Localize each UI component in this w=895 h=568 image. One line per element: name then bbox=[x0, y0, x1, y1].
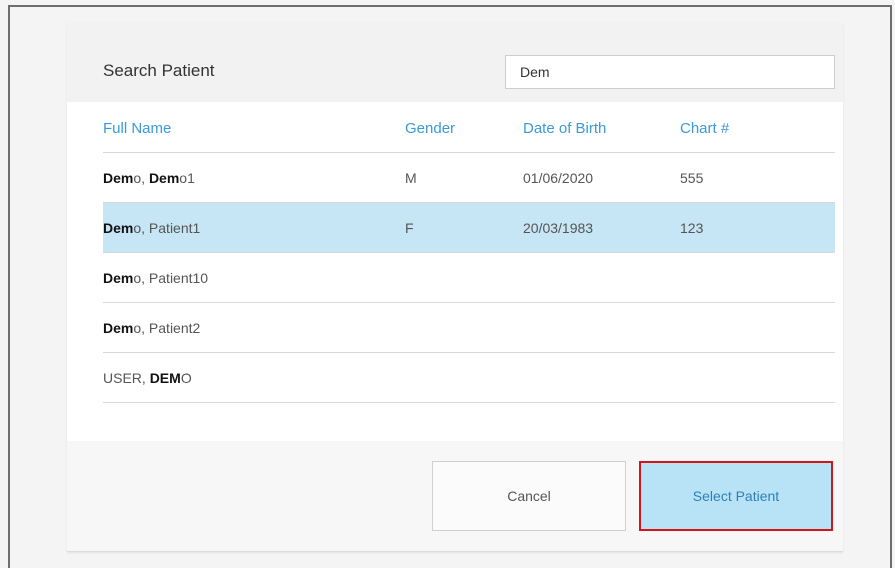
column-header-gender[interactable]: Gender bbox=[405, 120, 455, 137]
column-header-chart[interactable]: Chart # bbox=[680, 120, 729, 137]
select-patient-button[interactable]: Select Patient bbox=[639, 461, 833, 531]
dialog-header: Search Patient bbox=[67, 23, 843, 102]
name-text: o, Patient2 bbox=[133, 320, 201, 336]
name-text: o1 bbox=[179, 170, 195, 186]
name-match-highlight: Dem bbox=[148, 170, 180, 186]
window-frame: Search Patient Full Name Gender Date of … bbox=[8, 5, 892, 568]
column-header-full-name[interactable]: Full Name bbox=[103, 120, 171, 137]
table-row[interactable]: Demo, Patient2 bbox=[103, 303, 835, 352]
cell-full-name: Demo, Demo1 bbox=[103, 170, 195, 186]
name-text: o, Patient1 bbox=[133, 220, 201, 236]
table-row[interactable]: Demo, Demo1 M 01/06/2020 555 bbox=[103, 153, 835, 202]
cell-full-name: Demo, Patient2 bbox=[103, 320, 200, 336]
name-match-highlight: Dem bbox=[103, 170, 134, 186]
cell-chart: 555 bbox=[680, 170, 704, 186]
cell-dob: 20/03/1983 bbox=[523, 220, 594, 236]
cell-full-name: Demo, Patient1 bbox=[103, 220, 200, 236]
search-input[interactable] bbox=[505, 55, 835, 89]
cell-gender: F bbox=[405, 220, 414, 236]
table-row[interactable]: Demo, Patient1 F 20/03/1983 123 bbox=[103, 203, 835, 252]
cancel-button[interactable]: Cancel bbox=[432, 461, 626, 531]
name-text: o, Patient10 bbox=[133, 270, 209, 286]
dialog-title: Search Patient bbox=[103, 61, 215, 80]
name-text: o, bbox=[133, 170, 149, 186]
name-match-highlight: DEM bbox=[149, 370, 181, 386]
search-patient-dialog: Search Patient Full Name Gender Date of … bbox=[67, 23, 843, 552]
table-row[interactable]: USER, DEMO bbox=[103, 353, 835, 402]
patient-table: Full Name Gender Date of Birth Chart # D… bbox=[67, 102, 843, 441]
name-text: USER, bbox=[103, 370, 150, 386]
cell-chart: 123 bbox=[680, 220, 704, 236]
column-header-dob[interactable]: Date of Birth bbox=[523, 120, 606, 137]
name-text: O bbox=[180, 370, 192, 386]
cell-gender: M bbox=[405, 170, 417, 186]
row-divider bbox=[103, 402, 835, 403]
dialog-footer: Cancel Select Patient bbox=[67, 441, 843, 551]
table-row[interactable]: Demo, Patient10 bbox=[103, 253, 835, 302]
name-match-highlight: Dem bbox=[103, 320, 134, 336]
cell-full-name: USER, DEMO bbox=[103, 370, 192, 386]
cell-full-name: Demo, Patient10 bbox=[103, 270, 208, 286]
cell-dob: 01/06/2020 bbox=[523, 170, 594, 186]
name-match-highlight: Dem bbox=[103, 270, 134, 286]
name-match-highlight: Dem bbox=[103, 220, 134, 236]
